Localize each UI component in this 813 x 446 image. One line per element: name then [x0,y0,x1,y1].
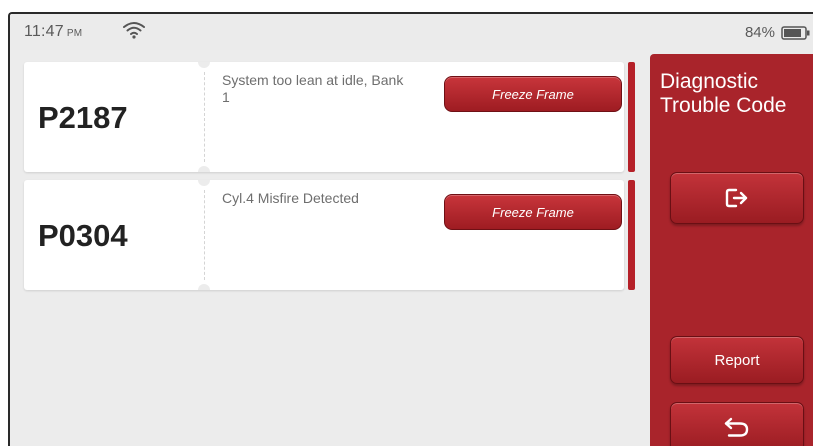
panel-title: Diagnostic Trouble Code [660,70,787,117]
battery-percent: 84% [744,24,775,41]
wifi-icon [123,22,145,39]
status-ampm: PM [66,28,83,39]
dtc-list: P2187 System too lean at idle, Bank 1 Fr… [10,50,640,446]
back-button[interactable] [670,402,804,446]
battery-icon [781,26,810,40]
dtc-code: P2187 [38,100,128,135]
dtc-description: Cyl.4 Misfire Detected [222,190,359,206]
back-arrow-icon [724,417,749,437]
freeze-frame-button[interactable]: Freeze Frame [444,194,622,230]
side-panel: Diagnostic Trouble Code Report [650,54,813,446]
dtc-code: P0304 [38,218,128,253]
device-screen: 11:47 PM 84% P2187 System too lean at idl… [8,12,813,446]
status-bar: 11:47 PM 84% [10,14,813,50]
exit-button[interactable] [670,172,804,224]
dtc-card: P2187 System too lean at idle, Bank 1 Fr… [24,62,624,172]
card-notch [198,166,210,172]
exit-icon [725,188,748,208]
card-divider [204,72,205,162]
card-divider [204,190,205,280]
card-notch [198,284,210,290]
report-button[interactable]: Report [670,336,804,384]
freeze-frame-button[interactable]: Freeze Frame [444,76,622,112]
dtc-description: System too lean at idle, Bank 1 [222,72,404,105]
card-notch [198,180,210,186]
card-accent-bar [628,180,635,290]
card-notch [198,62,210,68]
dtc-card: P0304 Cyl.4 Misfire Detected Freeze Fram… [24,180,624,290]
status-time-value: 11:47 [24,23,64,40]
card-accent-bar [628,62,635,172]
status-time: 11:47 PM [24,23,82,41]
